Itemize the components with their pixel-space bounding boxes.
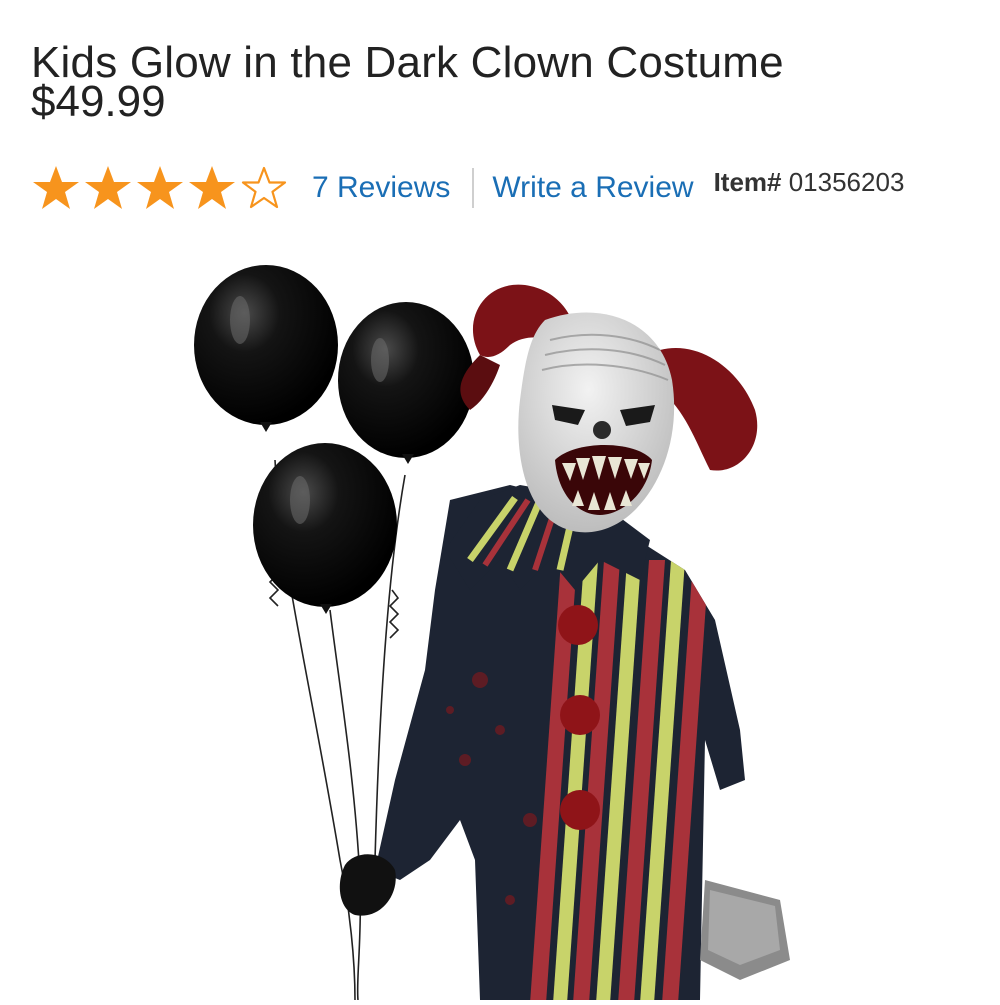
write-review-link[interactable]: Write a Review: [492, 171, 693, 205]
clown-costume-image: [194, 265, 790, 1001]
star-empty-icon: [240, 165, 288, 211]
star-filled-icon: [84, 165, 132, 211]
star-filled-icon: [32, 165, 80, 211]
item-number-value: 01356203: [788, 166, 905, 197]
star-filled-icon: [188, 165, 236, 211]
product-image[interactable]: [180, 260, 820, 1001]
divider: [472, 168, 475, 208]
star-filled-icon: [136, 165, 184, 211]
item-number: Item# 01356203: [714, 167, 905, 198]
star-rating[interactable]: [32, 165, 288, 211]
item-number-label: Item#: [713, 166, 782, 197]
product-price: $49.99: [31, 77, 166, 126]
rating-row: 7 Reviews Write a Review Item# 01356203: [32, 166, 904, 210]
reviews-link[interactable]: 7 Reviews: [312, 171, 450, 205]
balloons: [194, 265, 474, 614]
